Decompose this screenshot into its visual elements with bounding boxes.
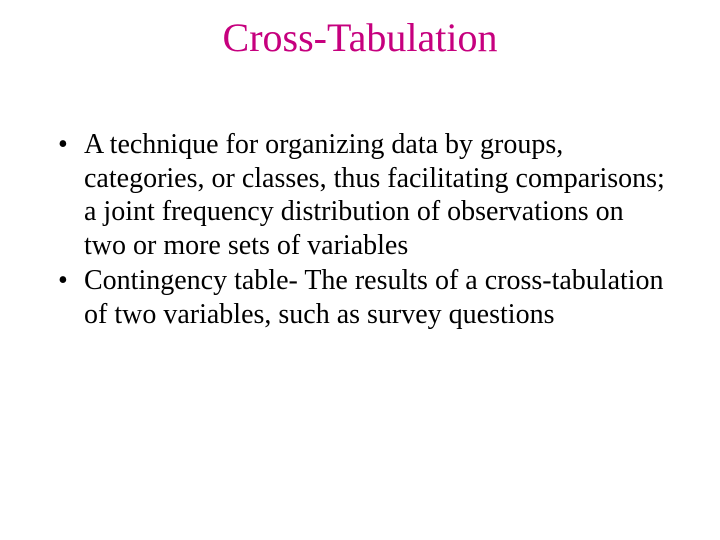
- bullet-item: A technique for organizing data by group…: [54, 128, 666, 262]
- bullet-list: A technique for organizing data by group…: [54, 128, 666, 332]
- slide-title: Cross-Tabulation: [0, 14, 720, 61]
- slide-body: A technique for organizing data by group…: [54, 128, 666, 334]
- slide: Cross-Tabulation A technique for organiz…: [0, 0, 720, 540]
- bullet-item: Contingency table- The results of a cros…: [54, 264, 666, 331]
